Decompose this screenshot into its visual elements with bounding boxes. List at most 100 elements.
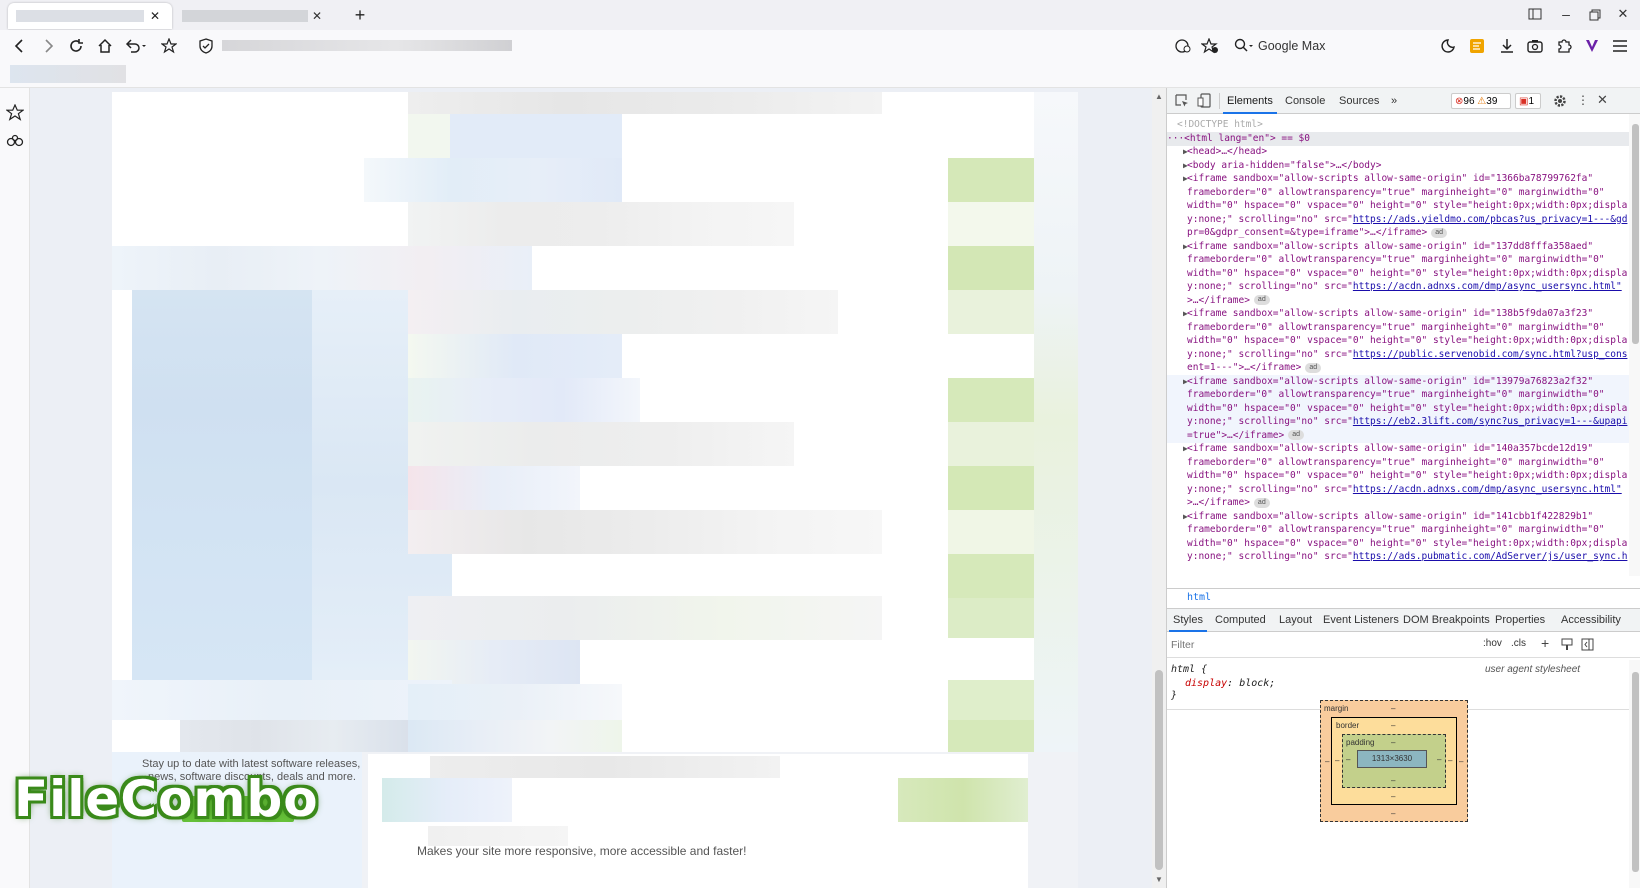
dom-node-line[interactable]: y:none;" scrolling="no" src="https://acd… xyxy=(1167,483,1629,497)
boxmodel-border[interactable]: border – – – – padding – – – – 1313×3630 xyxy=(1331,717,1457,805)
dom-url-link[interactable]: https://ads.yieldmo.com/pbcas?us_privacy… xyxy=(1353,214,1628,225)
dom-breadcrumb[interactable]: html xyxy=(1167,588,1640,606)
tab-dom-breakpoints[interactable]: DOM Breakpoints xyxy=(1399,609,1494,632)
issues-badge[interactable]: ▣1 xyxy=(1515,93,1541,109)
dom-node-line[interactable]: ▶ <iframe sandbox="allow-scripts allow-sa… xyxy=(1167,442,1629,456)
restore-icon[interactable] xyxy=(1589,9,1601,21)
styles-scrollbar[interactable] xyxy=(1629,660,1640,888)
tab-console[interactable]: Console xyxy=(1281,88,1329,114)
dom-node-line[interactable]: <!DOCTYPE html> xyxy=(1167,118,1629,132)
cls-toggle[interactable]: .cls xyxy=(1511,638,1526,649)
shield-icon[interactable] xyxy=(199,38,213,54)
dom-node-line[interactable]: ▶ <iframe sandbox="allow-scripts allow-sa… xyxy=(1167,240,1629,254)
v-icon[interactable] xyxy=(1584,38,1600,54)
dom-node-line[interactable]: width="0" hspace="0" vspace="0" height="… xyxy=(1167,199,1629,213)
sidebar-extension-icon[interactable] xyxy=(6,134,24,150)
scroll-down-icon[interactable]: ▼ xyxy=(1155,875,1163,884)
dom-node-line[interactable]: ▶ <iframe sandbox="allow-scripts allow-sa… xyxy=(1167,510,1629,524)
breadcrumb-html[interactable]: html xyxy=(1187,592,1211,603)
scroll-up-icon[interactable]: ▲ xyxy=(1155,92,1163,101)
styles-scrollbar-thumb[interactable] xyxy=(1632,672,1639,872)
hov-toggle[interactable]: :hov xyxy=(1483,638,1502,649)
boxmodel-padding[interactable]: padding – – – – 1313×3630 xyxy=(1342,734,1446,788)
tab-active[interactable]: ✕ xyxy=(8,3,172,29)
clock-icon[interactable] xyxy=(1441,38,1457,54)
dom-url-link[interactable]: https://ads.pubmatic.com/AdServer/js/use… xyxy=(1353,551,1628,562)
boxmodel-content[interactable]: 1313×3630 xyxy=(1357,750,1427,768)
dom-url-link[interactable]: https://acdn.adnxs.com/dmp/async_usersyn… xyxy=(1353,281,1622,292)
sidebar-star-icon[interactable] xyxy=(6,104,24,122)
reload-icon[interactable] xyxy=(68,38,84,54)
dom-node-line[interactable]: frameborder="0" allowtransparency="true"… xyxy=(1167,456,1629,470)
minimize-icon[interactable]: – xyxy=(1558,6,1574,22)
url-text-blurred[interactable] xyxy=(222,40,512,51)
home-icon[interactable] xyxy=(97,38,113,54)
dom-node-line[interactable]: width="0" hspace="0" vspace="0" height="… xyxy=(1167,469,1629,483)
dom-scrollbar[interactable] xyxy=(1629,114,1640,576)
tab-styles[interactable]: Styles xyxy=(1169,609,1207,632)
dom-url-link[interactable]: https://eb2.3lift.com/sync?us_privacy=1-… xyxy=(1353,416,1628,427)
forward-icon[interactable] xyxy=(40,38,56,54)
dom-url-link[interactable]: https://public.servenobid.com/sync.html?… xyxy=(1353,349,1628,360)
page-scrollbar-thumb[interactable] xyxy=(1155,670,1163,870)
dom-node-line[interactable]: width="0" hspace="0" vspace="0" height="… xyxy=(1167,401,1629,416)
close-tab-icon[interactable]: ✕ xyxy=(310,9,324,23)
inspect-element-icon[interactable] xyxy=(1175,94,1189,108)
dom-node-line[interactable]: frameborder="0" allowtransparency="true"… xyxy=(1167,388,1629,402)
console-counts-badge[interactable]: ⊗96 ⚠39 xyxy=(1451,93,1511,109)
search-engine-label[interactable]: Google Max xyxy=(1258,39,1325,53)
rule-declaration[interactable]: display: block; xyxy=(1185,678,1275,689)
translate-icon[interactable] xyxy=(1174,38,1192,54)
dom-url-link[interactable]: https://acdn.adnxs.com/dmp/async_usersyn… xyxy=(1353,484,1622,495)
screenshot-icon[interactable] xyxy=(1527,38,1543,54)
dom-node-line[interactable]: ▶ <iframe sandbox="allow-scripts allow-sa… xyxy=(1167,172,1629,186)
tab-accessibility[interactable]: Accessibility xyxy=(1557,609,1625,632)
puzzle-icon[interactable] xyxy=(1556,38,1572,54)
dom-node-line[interactable]: ent=1---">…</iframe> ad xyxy=(1167,361,1629,375)
tab-properties[interactable]: Properties xyxy=(1491,609,1549,632)
dom-node-line[interactable]: y:none;" scrolling="no" src="https://pub… xyxy=(1167,348,1629,362)
download-icon[interactable] xyxy=(1499,38,1515,54)
more-options-icon[interactable]: ⋮ xyxy=(1577,93,1589,107)
dom-node-line[interactable]: y:none;" scrolling="no" src="https://ads… xyxy=(1167,550,1629,564)
paint-icon[interactable] xyxy=(1561,638,1573,651)
close-tab-icon[interactable]: ✕ xyxy=(148,9,162,23)
dom-node-line[interactable]: ▶ <iframe sandbox="allow-scripts allow-sa… xyxy=(1167,307,1629,321)
close-devtools-icon[interactable]: ✕ xyxy=(1597,92,1608,108)
dom-node-line[interactable]: y:none;" scrolling="no" src="https://acd… xyxy=(1167,280,1629,294)
dom-node-line[interactable]: y:none;" scrolling="no" src="https://eb2… xyxy=(1167,415,1629,429)
tab-inactive[interactable]: ✕ xyxy=(176,3,336,29)
extension-icon[interactable] xyxy=(1469,38,1485,54)
page-scrollbar[interactable]: ▲ ▼ xyxy=(1152,88,1166,888)
toggle-sidebar-icon[interactable] xyxy=(1581,638,1594,651)
dom-node-line[interactable]: width="0" hspace="0" vspace="0" height="… xyxy=(1167,334,1629,348)
dom-node-line[interactable]: width="0" hspace="0" vspace="0" height="… xyxy=(1167,267,1629,281)
device-toolbar-icon[interactable] xyxy=(1197,93,1211,108)
search-icon[interactable] xyxy=(1234,38,1254,54)
bookmark-blurred[interactable] xyxy=(10,65,126,83)
star-icon[interactable] xyxy=(161,38,177,54)
tab-sources[interactable]: Sources xyxy=(1335,88,1383,114)
dom-node-line[interactable]: frameborder="0" allowtransparency="true"… xyxy=(1167,321,1629,335)
tab-event-listeners[interactable]: Event Listeners xyxy=(1319,609,1403,632)
boxmodel-margin[interactable]: margin – – – – border – – – – padding – … xyxy=(1320,700,1468,822)
dom-node-line[interactable]: >…</iframe> ad xyxy=(1167,294,1629,308)
tab-layout[interactable]: Layout xyxy=(1275,609,1316,632)
dom-node-line[interactable]: =true">…</iframe> ad xyxy=(1167,428,1629,443)
tab-computed[interactable]: Computed xyxy=(1211,609,1270,632)
settings-gear-icon[interactable] xyxy=(1553,94,1567,108)
dom-node-line[interactable]: ···<html lang="en"> == $0 xyxy=(1167,131,1629,146)
dom-tree[interactable]: <!DOCTYPE html> ···<html lang="en"> == $0… xyxy=(1167,114,1629,576)
bookmark-star-icon[interactable] xyxy=(1201,38,1219,54)
dom-node-line[interactable]: pr=0&gdpr_consent=&type=iframe">…</ifram… xyxy=(1167,226,1629,240)
dom-node-line[interactable]: ▶ <head>…</head> xyxy=(1167,145,1629,159)
styles-filter-input[interactable] xyxy=(1171,636,1471,654)
dom-node-line[interactable]: frameborder="0" allowtransparency="true"… xyxy=(1167,186,1629,200)
back-icon[interactable] xyxy=(12,38,28,54)
tab-elements[interactable]: Elements xyxy=(1223,88,1277,114)
new-rule-icon[interactable]: + xyxy=(1541,635,1549,651)
dom-node-line[interactable]: >…</iframe> ad xyxy=(1167,496,1629,510)
dom-node-line[interactable]: ▶ <iframe sandbox="allow-scripts allow-sa… xyxy=(1167,374,1629,389)
dom-node-line[interactable]: width="0" hspace="0" vspace="0" height="… xyxy=(1167,537,1629,551)
list-tabs-icon[interactable] xyxy=(1528,8,1542,20)
